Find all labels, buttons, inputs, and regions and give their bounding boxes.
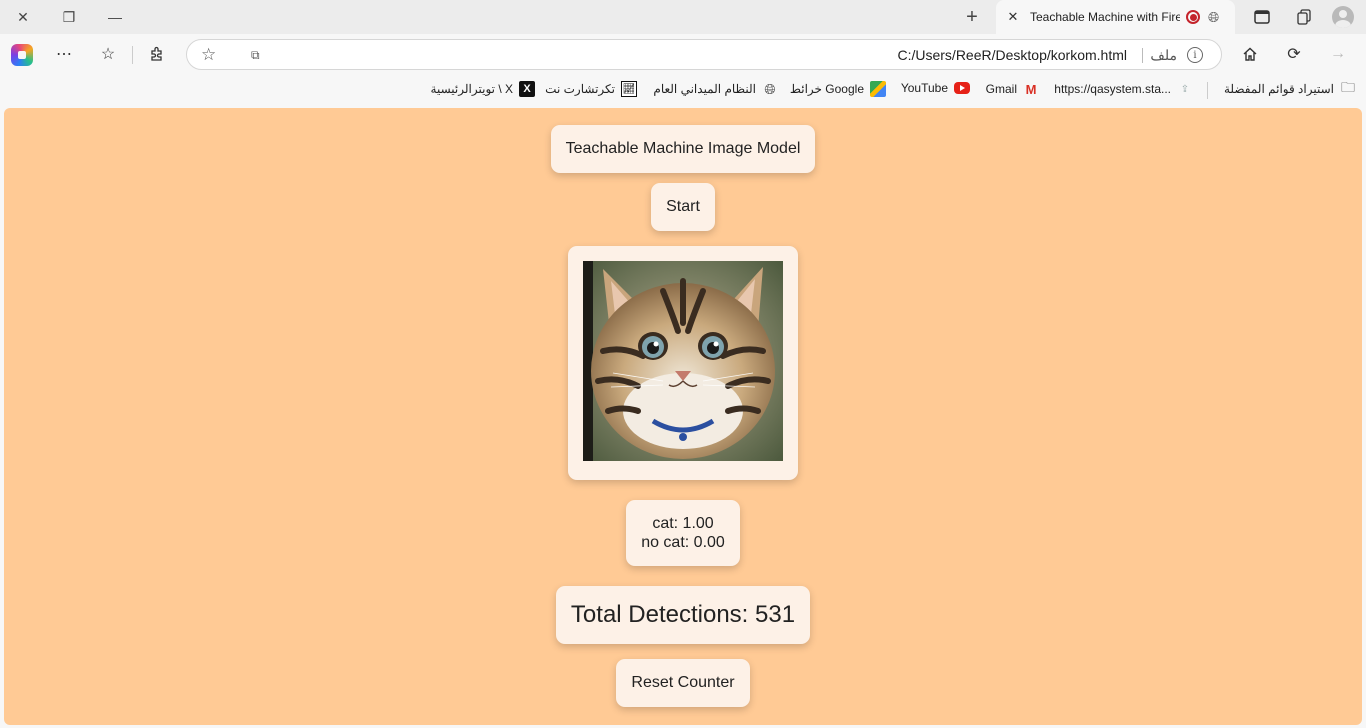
bookmark-label: خرائط Google [789, 82, 864, 96]
folder-import-icon: 🗀︎ [1341, 79, 1355, 95]
bookmark-label: النظام الميداني العام [653, 82, 756, 96]
bookmark-label: استيراد قوائم المفضلة [1223, 82, 1334, 96]
minimize-window-icon[interactable]: — [92, 0, 138, 34]
new-tab-icon[interactable]: + [958, 4, 986, 30]
prediction-cat: cat: 1.00 [652, 515, 714, 532]
bookmark-google-maps[interactable]: خرائط Google [790, 81, 886, 97]
x-icon: X [519, 81, 535, 97]
chart-icon: 📈︎ [621, 81, 637, 97]
browser-tab[interactable]: ✕ Teachable Machine with Firebase 🌐︎ [996, 0, 1235, 34]
add-favorite-icon[interactable]: ☆ [201, 45, 216, 65]
label-container: cat: 1.00 no cat: 0.00 [626, 500, 740, 566]
bookmark-youtube[interactable]: YouTube [901, 81, 970, 95]
tab-title: Teachable Machine with Firebase [1030, 10, 1180, 24]
extensions-icon[interactable] [142, 40, 172, 68]
refresh-icon[interactable]: ⟳ [1279, 40, 1309, 68]
maps-icon [870, 81, 886, 97]
browser-toolbar: ⋯ ☆ ☆ ⧉ C:/Users/ReeR/Desktop/korkom.htm… [0, 34, 1366, 74]
home-icon[interactable] [1235, 40, 1265, 68]
bookmark-label: تويترالرئيسية \ X [430, 82, 513, 96]
webcam-container [568, 246, 798, 480]
bookmark-label: تكرتشارت نت [545, 82, 615, 96]
page-viewport: Teachable Machine Image Model Start cat:… [4, 108, 1362, 725]
title-button[interactable]: Teachable Machine Image Model [551, 125, 815, 173]
bookmarks-bar: استيراد قوائم المفضلة 🗀︎ https://qasyste… [0, 74, 1366, 106]
split-screen-icon[interactable]: ⧉ [251, 48, 260, 63]
close-window-icon[interactable]: ✕ [0, 0, 46, 34]
upload-icon: ⇪ [1180, 83, 1190, 95]
restore-window-icon[interactable]: ❐ [46, 0, 92, 34]
bookmark-field-system[interactable]: النظام الميداني العام 🌐︎ [653, 81, 778, 97]
address-divider [1142, 48, 1143, 63]
recording-icon [1186, 10, 1200, 24]
bookmark-label: Gmail [985, 82, 1017, 96]
toolbar-divider [132, 46, 133, 64]
reset-counter-button[interactable]: Reset Counter [616, 659, 750, 707]
site-info-icon[interactable]: i [1187, 47, 1203, 63]
prediction-no-cat: no cat: 0.00 [641, 534, 725, 551]
collections-icon[interactable] [1291, 5, 1317, 29]
more-options-icon[interactable]: ⋯ [49, 40, 79, 68]
forward-icon[interactable]: → [1323, 40, 1353, 68]
address-url[interactable]: C:/Users/ReeR/Desktop/korkom.html [897, 47, 1127, 63]
start-button[interactable]: Start [651, 183, 715, 231]
globe-icon: 🌐︎ [764, 80, 776, 97]
youtube-icon [954, 82, 970, 94]
copilot-icon[interactable] [11, 44, 33, 66]
profile-avatar[interactable] [1332, 6, 1354, 28]
gmail-icon: M [1025, 81, 1037, 97]
favorites-icon[interactable]: ☆ [93, 40, 123, 68]
title-bar: ✕ ❐ — + ✕ Teachable Machine with Firebas… [0, 0, 1366, 34]
address-bar[interactable]: ☆ ⧉ C:/Users/ReeR/Desktop/korkom.html مل… [186, 39, 1222, 70]
bookmark-qasystem[interactable]: https://qasystem.sta... ⇪ [1054, 81, 1193, 97]
bookmark-gmail[interactable]: Gmail M [986, 81, 1039, 97]
bookmark-tekchart[interactable]: تكرتشارت نت 📈︎ [545, 81, 637, 97]
webcam-image [583, 261, 783, 461]
bookmark-x-home[interactable]: تويترالرئيسية \ X X [431, 81, 535, 97]
tab-close-icon[interactable]: ✕ [1004, 9, 1022, 25]
tab-globe-icon: 🌐︎ [1208, 8, 1220, 25]
bookmark-label: https://qasystem.sta... [1054, 82, 1171, 96]
bookmark-label: YouTube [900, 81, 948, 95]
total-detections: Total Detections: 531 [556, 586, 810, 644]
address-scheme-label: ملف [1150, 47, 1177, 63]
bookmarks-divider [1207, 82, 1208, 99]
sidebar-toggle-icon[interactable] [1249, 5, 1275, 29]
bookmark-import-favorites[interactable]: استيراد قوائم المفضلة 🗀︎ [1223, 79, 1356, 97]
